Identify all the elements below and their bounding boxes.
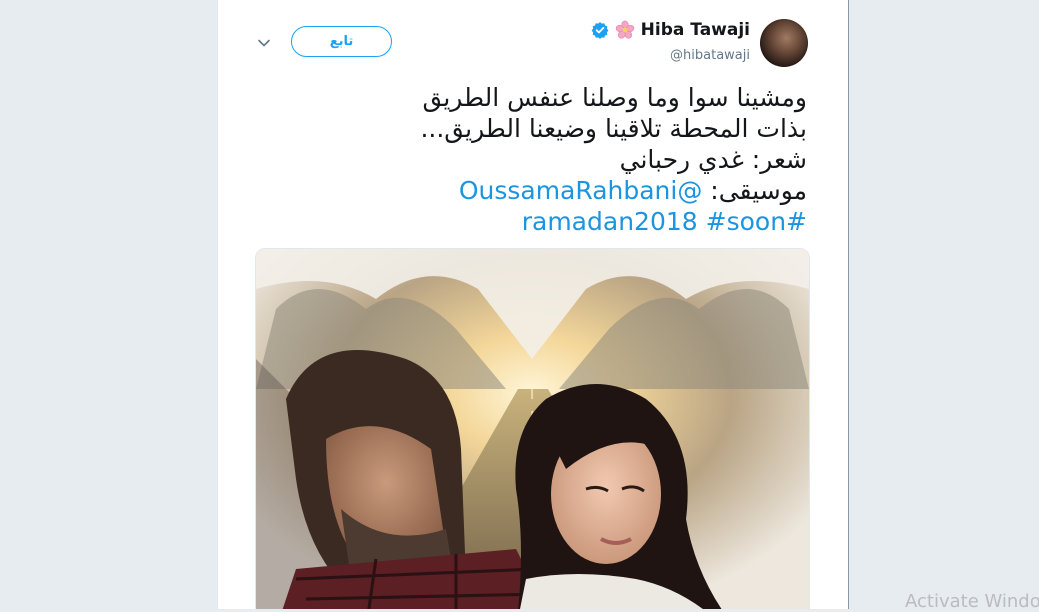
chevron-down-icon[interactable] xyxy=(256,35,272,51)
tweet-text-line: شعر: غدي رحباني xyxy=(619,145,807,174)
tweet-text-line: بذات المحطة تلاقينا وضيعنا الطريق... xyxy=(420,114,807,143)
follow-button[interactable]: تابع xyxy=(291,26,392,57)
user-name-row[interactable]: Hiba Tawaji xyxy=(591,20,750,40)
avatar[interactable] xyxy=(760,19,808,67)
tweet-card: Hiba Tawaji @hibatawaji تابع ومشينا سوا … xyxy=(217,0,849,609)
tweet-text-line: ومشينا سوا وما وصلنا عنفس الطريق xyxy=(422,83,808,112)
mention-link[interactable]: @OussamaRahbani xyxy=(459,176,703,205)
hashtag-line: #ramadan2018 #soon xyxy=(247,206,807,237)
verified-badge-icon xyxy=(591,22,609,39)
user-handle[interactable]: @hibatawaji xyxy=(670,48,750,63)
music-credit-line: موسيقى: @OussamaRahbani xyxy=(247,175,807,206)
poster-image xyxy=(256,249,809,609)
display-name[interactable]: Hiba Tawaji xyxy=(641,20,750,40)
tweet-media-image[interactable] xyxy=(255,248,810,609)
music-label: موسيقى: xyxy=(702,176,807,205)
pink-flower-emoji-icon xyxy=(615,20,634,39)
hashtag-link[interactable]: #soon xyxy=(706,207,786,236)
tweet-text: ومشينا سوا وما وصلنا عنفس الطريق بذات ال… xyxy=(247,82,807,237)
